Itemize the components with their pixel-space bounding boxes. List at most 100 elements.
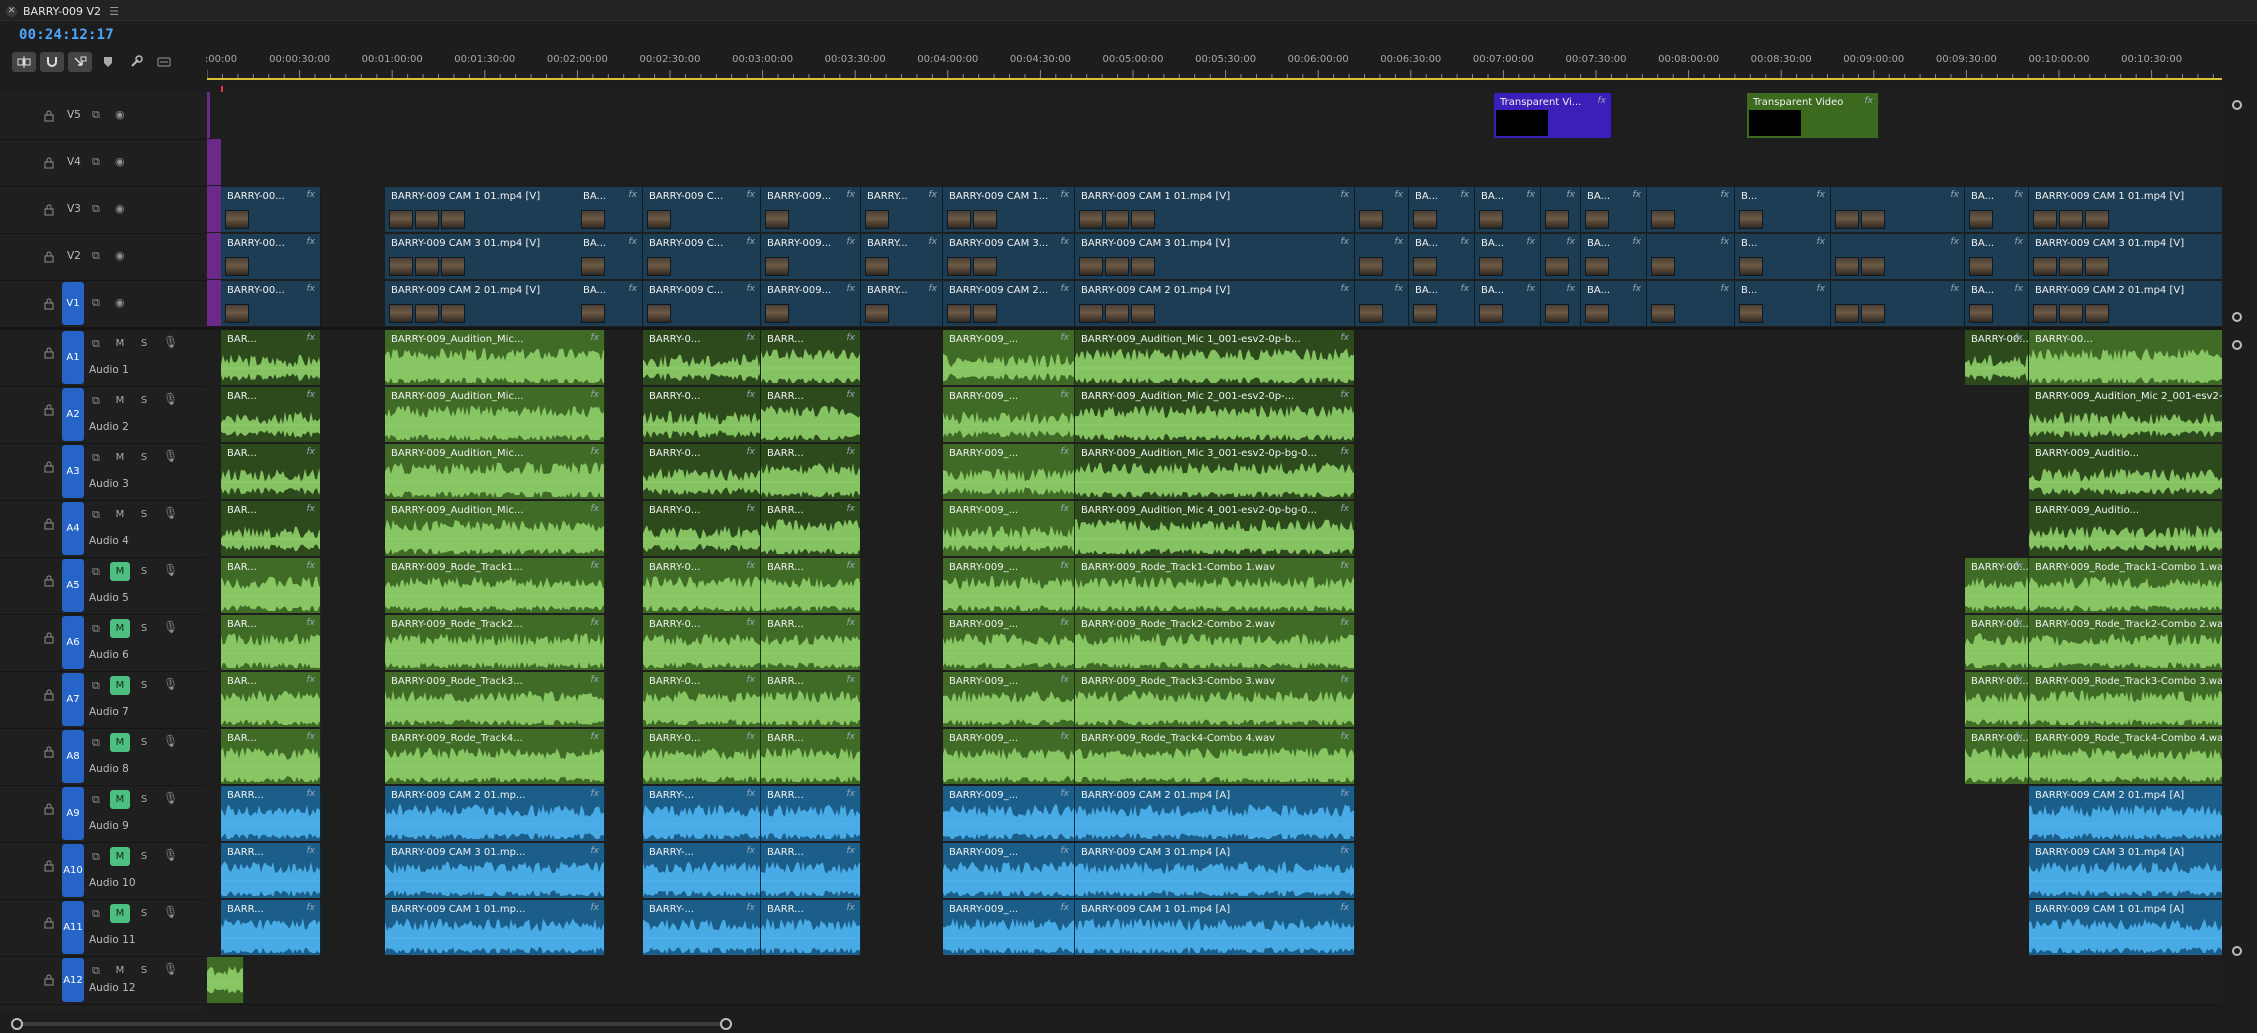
video-clip[interactable]: BA... fx — [1965, 234, 2029, 279]
audio-clip[interactable]: BARRY-009_Rode_Track1... fx — [385, 558, 605, 613]
lock-track-icon[interactable] — [43, 204, 55, 216]
audio-clip[interactable]: BARRY-009_... fx — [943, 900, 1075, 955]
audio-track-lane-a10[interactable]: BARR... fx BARRY-009 CAM 3 01.mp... fx BARRY… — [207, 842, 2222, 900]
video-clip[interactable]: BA... fx — [1409, 281, 1475, 326]
audio-clip[interactable]: BARR... fx — [761, 843, 861, 898]
audio-clip[interactable]: BARRY-009_... fx — [943, 729, 1075, 784]
video-clip[interactable]: fx — [1541, 234, 1581, 279]
source-patch-a2[interactable]: A2 — [62, 388, 84, 441]
eye-visibility-icon[interactable]: ◉ — [115, 155, 125, 168]
source-patch-a1[interactable]: A1 — [62, 331, 84, 384]
audio-clip[interactable]: BARRY-009_Audition_Mic... fx — [385, 387, 605, 442]
audio-clip[interactable]: BARRY-009_Audition_Mic... fx — [385, 444, 605, 499]
video-clip[interactable]: BA... fx — [577, 281, 643, 326]
audio-clip[interactable]: BARRY-009 CAM 2 01.mp... fx — [385, 786, 605, 841]
audio-clip[interactable]: BARRY-009_... fx — [943, 672, 1075, 727]
time-ruler[interactable]: :00:00 00:00:30:00 00:01:00:00 00:01:30:00 0… — [205, 52, 2222, 88]
video-clip[interactable]: BARRY-009... fx — [761, 187, 861, 232]
video-clip[interactable]: BARRY-009 CAM 2 01.mp4 [V]fx — [385, 281, 605, 326]
source-patch-a4[interactable]: A4 — [62, 502, 84, 555]
video-clip[interactable]: BA... fx — [577, 234, 643, 279]
lock-track-icon[interactable] — [43, 689, 55, 701]
audio-clip[interactable]: BARR... fx — [221, 900, 321, 955]
toggle-sync-lock-icon[interactable]: ⧉ — [92, 964, 100, 978]
audio-clip[interactable]: BARRY-009_Audition_Mic 1_001-esv2-0p-b..… — [1075, 330, 1355, 385]
audio-clip[interactable]: BARRY-009_Rode_Track1-Combo 1.wav fx — [1075, 558, 1355, 613]
audio-clip[interactable]: BARRY-009_Rode_Track2... fx — [385, 615, 605, 670]
lock-track-icon[interactable] — [43, 575, 55, 587]
audio-clip[interactable]: BARRY-0... fx — [643, 330, 761, 385]
toggle-sync-lock-icon[interactable]: ⧉ — [92, 793, 100, 807]
audio-clip[interactable]: BARRY-009_Auditio...fx — [2029, 444, 2222, 499]
video-clip[interactable]: Transparent Video fx — [1747, 93, 1879, 138]
audio-clip[interactable]: BAR... fx — [221, 615, 321, 670]
video-clip[interactable]: BARRY-009 CAM 3 01.mp4 [V]fx — [385, 234, 605, 279]
toggle-sync-lock-icon[interactable]: ⧉ — [92, 296, 100, 310]
video-clip[interactable]: BA... fx — [1965, 187, 2029, 232]
audio-clip[interactable]: BAR... fx — [221, 558, 321, 613]
audio-scroll-bottom-handle[interactable] — [2232, 946, 2242, 956]
video-clip[interactable]: BA... fx — [1965, 281, 2029, 326]
solo-track-button[interactable]: S — [134, 334, 154, 353]
audio-clip[interactable]: BARRY-0... fx — [643, 615, 761, 670]
playhead-timecode[interactable]: 00:24:12:17 — [19, 27, 114, 43]
lock-track-icon[interactable] — [43, 803, 55, 815]
solo-track-button[interactable]: S — [134, 391, 154, 410]
audio-clip[interactable]: BARRY-009_... fx — [943, 330, 1075, 385]
audio-clip[interactable]: BARR... fx — [761, 900, 861, 955]
eye-visibility-icon[interactable]: ◉ — [115, 296, 125, 309]
solo-track-button[interactable]: S — [134, 961, 154, 980]
mute-track-button[interactable]: M — [110, 790, 130, 809]
video-clip[interactable]: BARRY-009 C... fx — [643, 281, 761, 326]
source-patch-v1[interactable]: V1 — [62, 282, 84, 325]
audio-clip[interactable]: BARR... fx — [761, 387, 861, 442]
audio-clip[interactable]: BARRY-0... fx — [643, 729, 761, 784]
video-clip[interactable]: B... fx — [1735, 187, 1831, 232]
audio-clip[interactable]: BAR... fx — [221, 729, 321, 784]
mute-track-button[interactable]: M — [110, 619, 130, 638]
audio-clip[interactable]: BARRY-009 CAM 3 01.mp4 [A] fx — [1075, 843, 1355, 898]
video-track-lane-v4[interactable] — [207, 139, 2222, 187]
mute-track-button[interactable]: M — [110, 904, 130, 923]
horizontal-scrollbar[interactable] — [0, 1015, 2257, 1033]
audio-clip[interactable]: BARRY-... fx — [643, 900, 761, 955]
video-clip[interactable]: BARRY-009... fx — [761, 281, 861, 326]
video-clip[interactable]: BARRY-009 C... fx — [643, 187, 761, 232]
audio-clip[interactable]: BARRY-009_... fx — [943, 558, 1075, 613]
video-clip[interactable]: BARRY-009 CAM 1 01.mp4 [V]fx — [2029, 187, 2222, 232]
audio-clip[interactable]: BARRY-... fx — [643, 843, 761, 898]
audio-track-lane-a5[interactable]: BAR... fx BARRY-009_Rode_Track1... fx BARRY-… — [207, 557, 2222, 615]
audio-clip[interactable]: BARR... fx — [761, 444, 861, 499]
toggle-sync-lock-icon[interactable]: ⧉ — [92, 155, 100, 169]
video-clip[interactable]: BA... fx — [1581, 187, 1647, 232]
insert-nest-icon[interactable] — [12, 52, 36, 72]
audio-clip[interactable]: BARRY-009 CAM 2 01.mp4 [A]fx — [2029, 786, 2222, 841]
toggle-sync-lock-icon[interactable]: ⧉ — [92, 907, 100, 921]
audio-clip[interactable]: BARRY-00...fx — [1965, 729, 2029, 784]
video-clip[interactable]: BARRY-009 CAM 1 01.mp4 [V]fx — [385, 187, 605, 232]
audio-clip[interactable]: BARR... fx — [761, 501, 861, 556]
eye-visibility-icon[interactable]: ◉ — [115, 202, 125, 215]
audio-clip[interactable]: BARRY-009_Rode_Track3... fx — [385, 672, 605, 727]
audio-track-lane-a7[interactable]: BAR... fx BARRY-009_Rode_Track3... fx BARRY-… — [207, 671, 2222, 729]
vertical-scrollbar[interactable] — [2228, 92, 2248, 1012]
video-clip[interactable]: BARRY-009 CAM 3... fx — [943, 234, 1075, 279]
audio-clip[interactable]: BARR... fx — [761, 615, 861, 670]
video-clip[interactable]: fx — [1831, 281, 1965, 326]
video-clip[interactable]: fx — [1831, 234, 1965, 279]
voice-over-record-icon[interactable]: 🎙 — [163, 905, 178, 919]
toggle-sync-lock-icon[interactable]: ⧉ — [92, 565, 100, 579]
video-clip[interactable]: fx — [1541, 281, 1581, 326]
voice-over-record-icon[interactable]: 🎙 — [163, 962, 178, 976]
lock-track-icon[interactable] — [43, 110, 55, 122]
video-clip[interactable]: BARRY-009 CAM 3 01.mp4 [V]fx — [2029, 234, 2222, 279]
audio-clip[interactable]: BAR... fx — [221, 501, 321, 556]
mute-track-button[interactable]: M — [110, 562, 130, 581]
timeline-tracks-area[interactable]: Transparent Vi... fx Transparent Video fx BA… — [207, 92, 2222, 1012]
audio-clip[interactable]: BARRY-009_Rode_Track4... fx — [385, 729, 605, 784]
audio-clip[interactable]: BARR... fx — [221, 843, 321, 898]
video-clip[interactable]: BARRY-00... fx — [221, 281, 321, 326]
audio-track-lane-a1[interactable]: BAR... fx BARRY-009_Audition_Mic... fx BARRY… — [207, 329, 2222, 387]
audio-clip[interactable]: BARR... fx — [761, 330, 861, 385]
lock-track-icon[interactable] — [43, 404, 55, 416]
